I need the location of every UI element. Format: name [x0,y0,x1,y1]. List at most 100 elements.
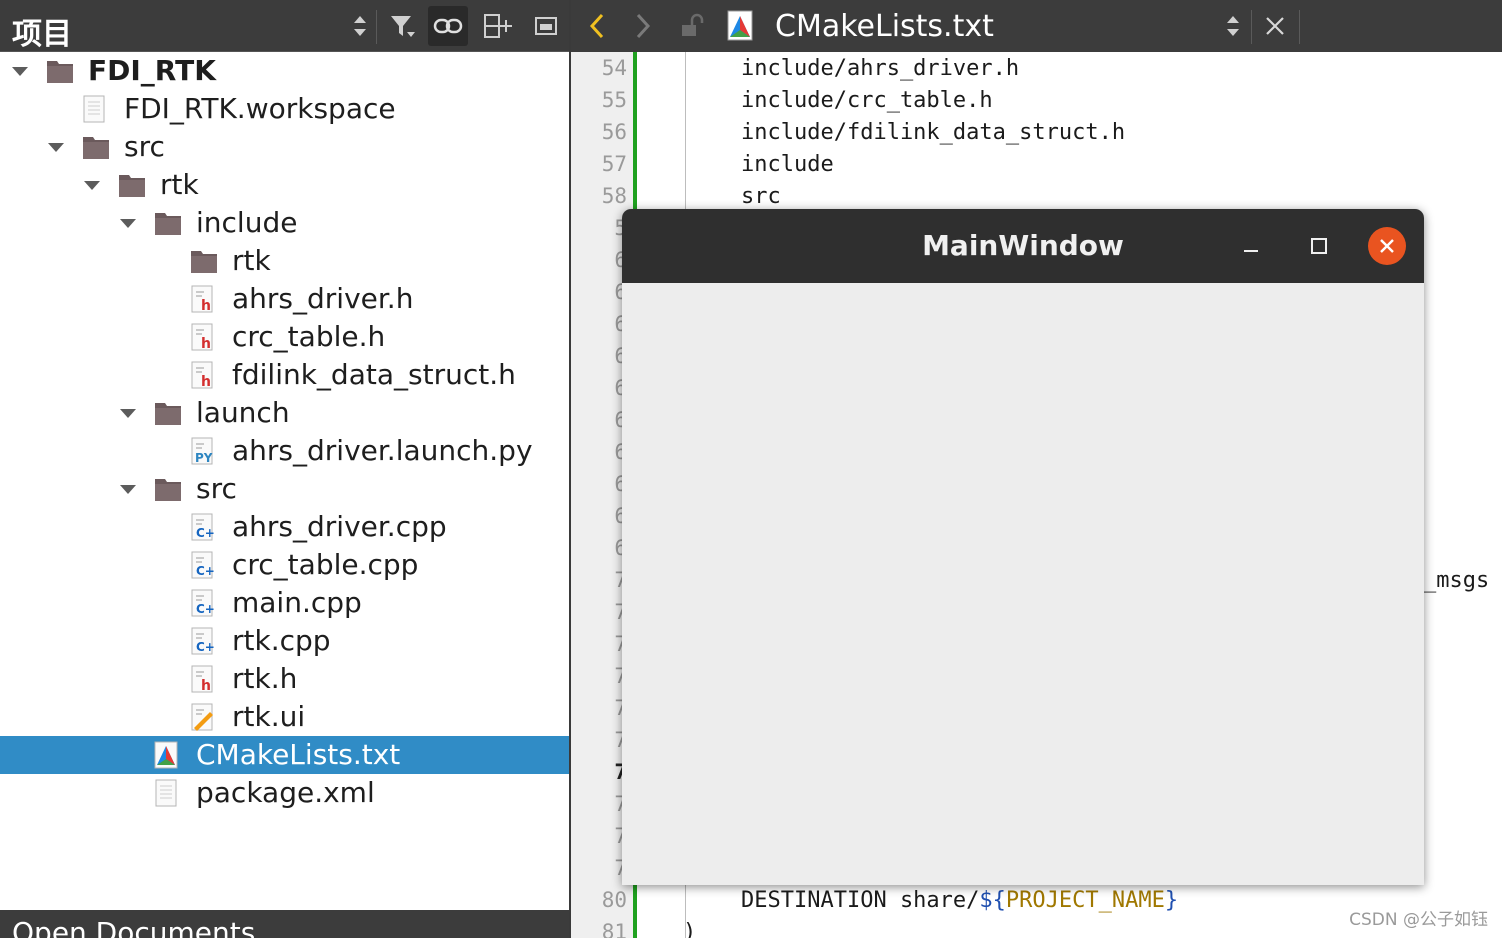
tree-item-label: src [196,472,237,505]
tree-item-include[interactable]: include [0,204,569,242]
svg-text:h: h [201,678,211,693]
code-line-58[interactable]: src [741,184,781,209]
sort-updown-icon[interactable] [340,6,380,46]
main-window-titlebar[interactable]: MainWindow [622,209,1424,283]
folder-icon [188,247,217,275]
folder-icon [80,133,109,161]
tree-item-label: rtk.h [232,662,298,695]
tree-item-label: package.xml [196,776,375,809]
tree-item-label: ahrs_driver.launch.py [232,434,533,467]
open-documents-bar: Open Documents [0,910,569,938]
split-add-icon[interactable] [478,6,518,46]
sort-updown-icon[interactable] [1213,6,1253,46]
code-line-55[interactable]: include/crc_table.h [741,88,993,113]
filter-icon[interactable] [382,6,422,46]
folder-icon [44,57,73,85]
code-line-56[interactable]: include/fdilink_data_struct.h [741,120,1125,145]
file-icon [152,779,180,807]
line-number: 81 [601,920,627,938]
close-button[interactable] [1368,227,1406,265]
tree-item-rtk[interactable]: rtk [0,166,569,204]
close-document-icon[interactable] [1255,6,1295,46]
tree-item-src[interactable]: src [0,470,569,508]
expand-arrow-icon[interactable] [120,485,136,494]
code-line-81[interactable]: ) [683,920,696,938]
folder-icon [116,171,145,199]
svg-text:h: h [201,336,211,351]
tree-item-fdilink-data-struct-h[interactable]: h fdilink_data_struct.h [0,356,569,394]
tree-item-crc-table-h[interactable]: h crc_table.h [0,318,569,356]
header-icon: h [188,665,216,694]
close-split-icon[interactable] [526,6,566,46]
main-window[interactable]: MainWindow [622,209,1424,885]
project-tree: FDI_RTK FDI_RTK.workspace src rtk include rtk… [0,52,569,812]
tree-item-rtk-cpp[interactable]: C++ rtk.cpp [0,622,569,660]
tree-item-main-cpp[interactable]: C++ main.cpp [0,584,569,622]
tree-item-label: ahrs_driver.h [232,282,414,315]
tree-item-ahrs-driver-cpp[interactable]: C++ ahrs_driver.cpp [0,508,569,546]
toolbar-divider [1299,10,1300,44]
svg-text:C++: C++ [196,526,216,540]
back-arrow-icon[interactable] [577,6,617,46]
code-line-70-tail[interactable]: _msgs [1423,568,1489,593]
main-window-content[interactable] [622,283,1424,885]
code-line-80[interactable]: DESTINATION share/${PROJECT_NAME} [741,888,1178,913]
tree-item-ahrs-driver-launch-py[interactable]: PY ahrs_driver.launch.py [0,432,569,470]
tree-item-label: CMakeLists.txt [196,738,401,771]
cpp-icon: C++ [188,551,225,579]
cpp-icon: C++ [188,513,225,541]
tree-item-label: ahrs_driver.cpp [232,510,447,543]
line-number: 57 [601,152,627,176]
header-icon: h [188,323,216,352]
tree-item-label: rtk.ui [232,700,306,733]
svg-text:h: h [201,298,211,313]
folder-icon [152,209,181,237]
cmake-file-icon [721,6,761,46]
watermark: CSDN @公子如钰 [1349,910,1488,930]
line-number: 58 [601,184,627,208]
project-toolbar: 项目 [0,0,569,52]
tree-item-crc-table-cpp[interactable]: C++ crc_table.cpp [0,546,569,584]
link-icon[interactable] [428,6,468,46]
expand-arrow-icon[interactable] [120,409,136,418]
tree-item-src[interactable]: src [0,128,569,166]
folder-icon [152,399,181,427]
toolbar-divider [1251,10,1252,44]
minimize-button[interactable] [1232,227,1270,265]
tree-item-rtk[interactable]: rtk [0,242,569,280]
dollar-sign: $ [979,888,993,913]
file-icon [80,95,108,123]
tree-item-label: rtk [232,244,271,277]
project-panel: 项目 FDI_RTK FDI_RTK.workspace src rtk include… [0,0,571,938]
tree-item-label: main.cpp [232,586,362,619]
tree-item-ahrs-driver-h[interactable]: h ahrs_driver.h [0,280,569,318]
close-icon [1380,239,1394,253]
tree-item-fdi-rtk[interactable]: FDI_RTK [0,52,569,90]
tree-item-package-xml[interactable]: package.xml [0,774,569,812]
maximize-button[interactable] [1300,227,1338,265]
svg-text:C++: C++ [196,640,216,654]
header-icon: h [188,285,216,314]
expand-arrow-icon[interactable] [48,143,64,152]
tree-item-launch[interactable]: launch [0,394,569,432]
svg-text:C++: C++ [196,564,216,578]
code-line-54[interactable]: include/ahrs_driver.h [741,56,1019,81]
cpp-icon: C++ [188,589,225,617]
python-icon: PY [188,437,216,465]
tree-item-cmakelists-txt[interactable]: CMakeLists.txt [0,736,569,774]
install-destination-text: DESTINATION share/ [741,888,980,913]
expand-arrow-icon[interactable] [120,219,136,228]
tree-item-fdi-rtk-workspace[interactable]: FDI_RTK.workspace [0,90,569,128]
close-brace: } [1164,888,1179,913]
tree-item-rtk-h[interactable]: h rtk.h [0,660,569,698]
forward-arrow-icon[interactable] [623,6,663,46]
expand-arrow-icon[interactable] [12,67,28,76]
code-line-57[interactable]: include [741,152,834,177]
expand-arrow-icon[interactable] [84,181,100,190]
tree-item-rtk-ui[interactable]: rtk.ui [0,698,569,736]
tree-item-label: crc_table.cpp [232,548,419,581]
lock-icon[interactable] [673,6,713,46]
panel-title: 项目 [12,17,72,52]
line-number: 55 [601,88,627,112]
open-documents-title: Open Documents [12,916,256,938]
